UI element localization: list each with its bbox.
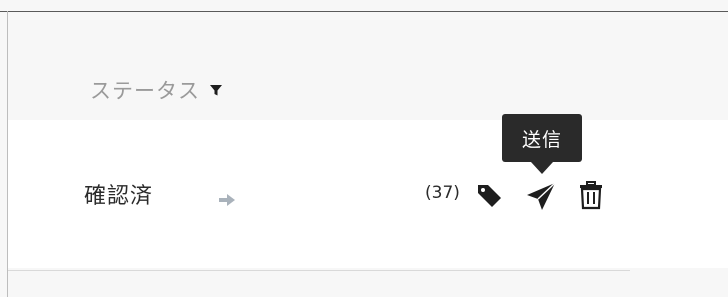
trash-icon[interactable] [578,180,604,210]
table-view: ステータス 確認済 (37) 送信 [0,0,728,297]
tag-count: (37) [425,183,460,203]
status-value: 確認済 [84,184,154,209]
tooltip-caret [531,162,553,174]
status-column-label: ステータス [90,79,200,103]
row-divider [8,270,630,271]
send-icon[interactable] [524,180,558,214]
send-tooltip: 送信 [502,114,582,162]
arrow-right-icon [218,192,236,208]
filter-icon[interactable] [208,82,224,98]
status-column-header[interactable]: ステータス [90,74,224,106]
tag-icon[interactable] [474,180,504,210]
